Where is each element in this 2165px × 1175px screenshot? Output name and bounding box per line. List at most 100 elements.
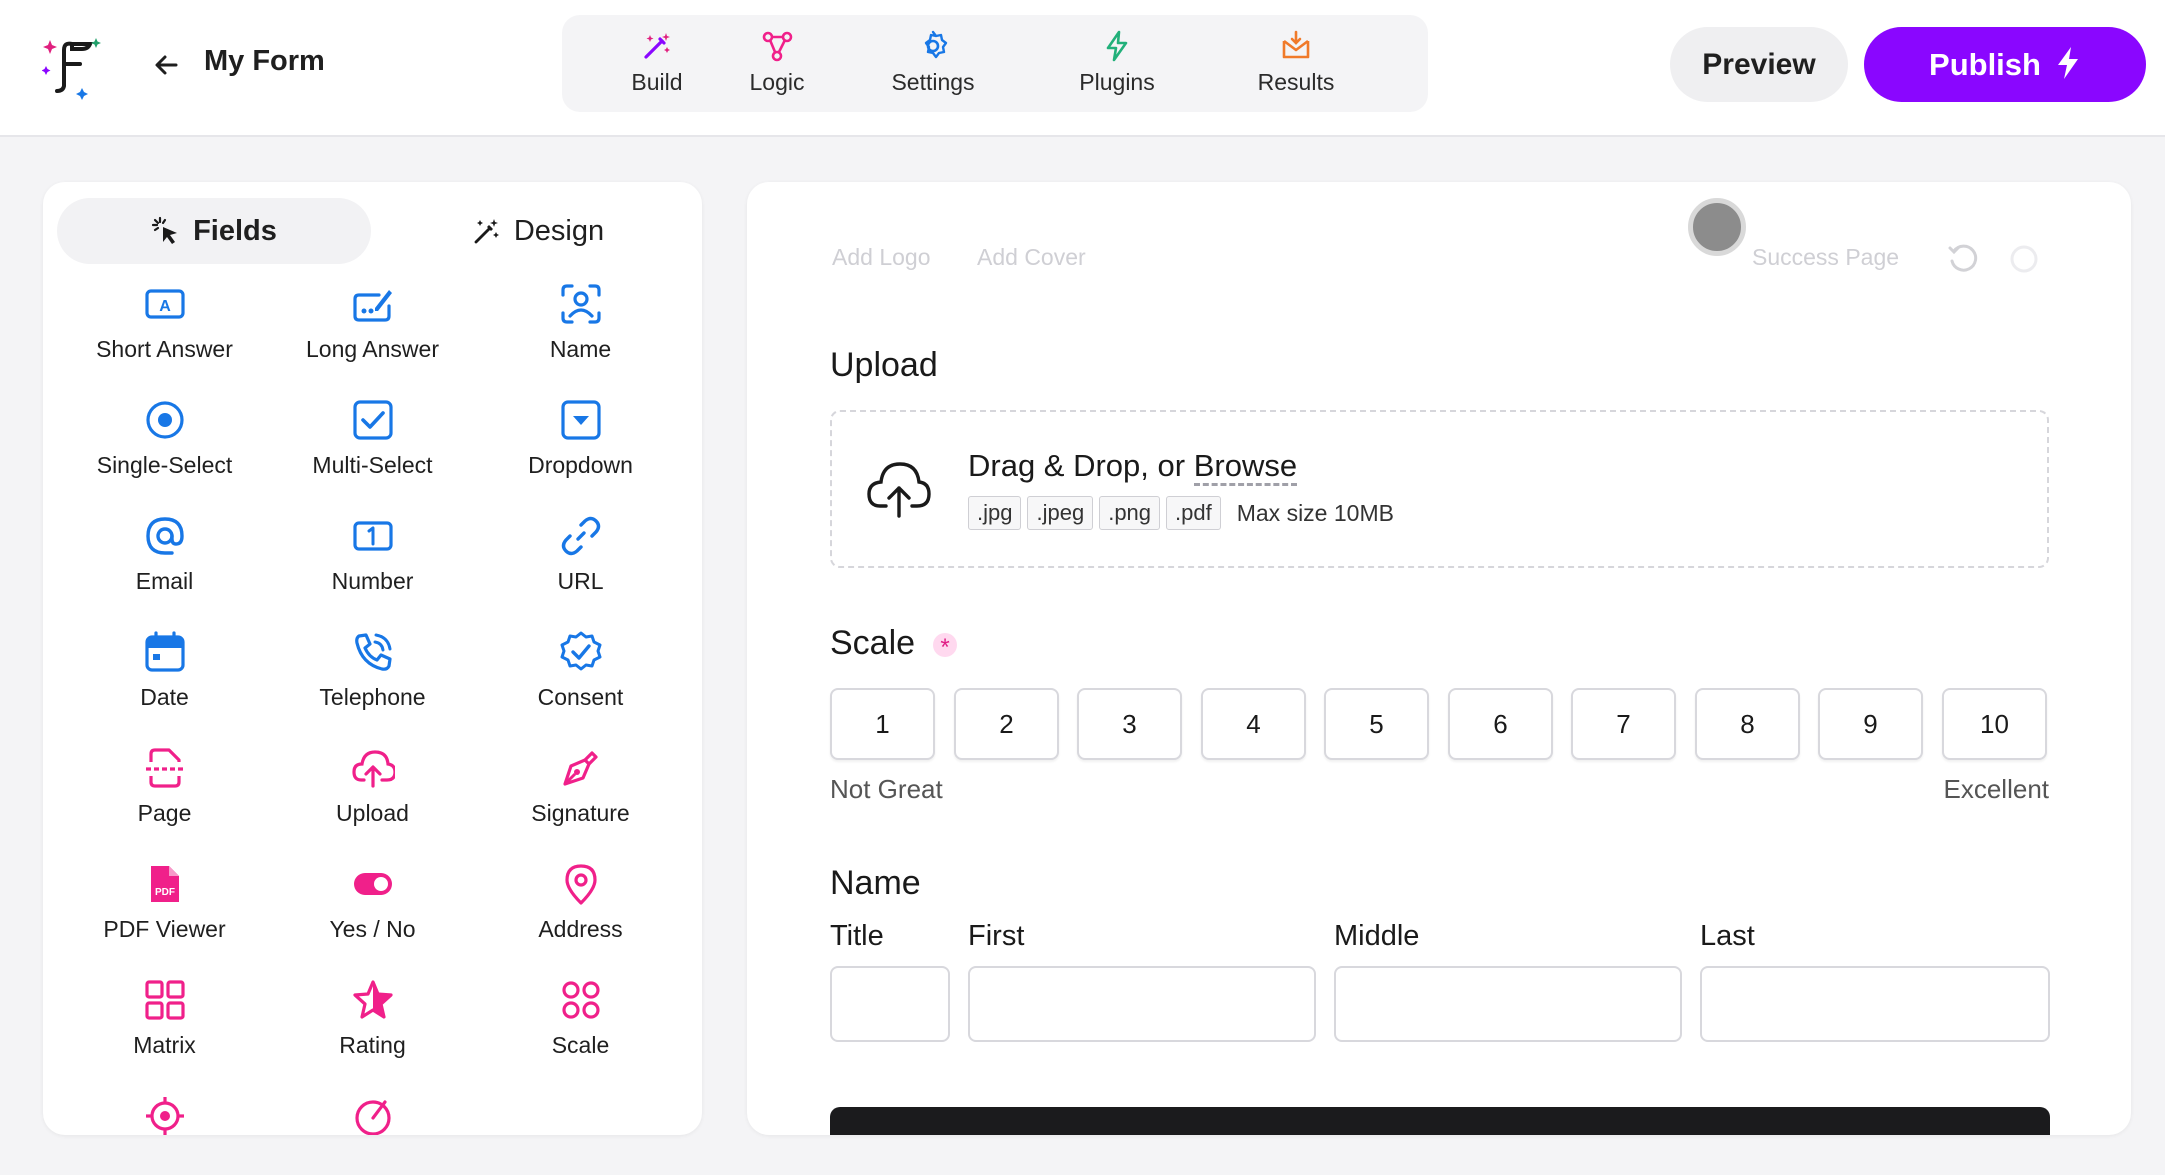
field-label: Upload (336, 800, 409, 826)
tab-results-label: Results (1257, 69, 1335, 95)
field-email[interactable]: Email (57, 514, 272, 614)
field-label: PDF Viewer (103, 916, 226, 942)
field-label: URL (557, 568, 604, 594)
field-label: Short Answer (96, 336, 233, 362)
field-signature[interactable]: Signature (473, 746, 688, 846)
app-logo[interactable] (42, 30, 108, 100)
field-matrix[interactable]: Matrix (57, 978, 272, 1078)
max-size-text: Max size 10MB (1236, 499, 1394, 526)
publish-label: Publish (1929, 46, 2041, 82)
scale-option[interactable]: 5 (1324, 688, 1429, 760)
submit-button[interactable] (830, 1107, 2050, 1135)
name-title-label: Title (830, 920, 884, 952)
browse-link[interactable]: Browse (1193, 448, 1298, 486)
extension-badge: .jpeg (1027, 496, 1094, 530)
back-arrow-icon[interactable] (150, 48, 184, 82)
tab-logic[interactable]: Logic (712, 29, 842, 99)
tab-settings[interactable]: Settings (868, 29, 998, 99)
field-label: Telephone (319, 684, 426, 710)
field-name[interactable]: Name (473, 282, 688, 382)
redo-icon[interactable] (2007, 242, 2041, 276)
field-more-2[interactable] (265, 1094, 480, 1135)
extension-badge: .jpg (968, 496, 1022, 530)
field-number[interactable]: Number (265, 514, 480, 614)
tab-settings-label: Settings (891, 69, 975, 95)
preview-button[interactable]: Preview (1670, 27, 1848, 102)
scale-option[interactable]: 9 (1818, 688, 1923, 760)
field-address[interactable]: Address (473, 862, 688, 962)
add-logo-button[interactable]: Add Logo (832, 244, 930, 271)
name-first-input[interactable] (968, 966, 1316, 1042)
tab-design-label: Design (513, 214, 605, 247)
tab-fields[interactable]: Fields (57, 198, 371, 264)
name-middle-input[interactable] (1334, 966, 1682, 1042)
field-rating[interactable]: Rating (265, 978, 480, 1078)
cursor-indicator (1688, 198, 1746, 256)
success-page-button[interactable]: Success Page (1752, 244, 1899, 271)
tab-build-label: Build (631, 69, 683, 95)
name-title-input[interactable] (830, 966, 950, 1042)
field-multi-select[interactable]: Multi-Select (265, 398, 480, 498)
scale-option[interactable]: 6 (1448, 688, 1553, 760)
upload-dropzone[interactable]: Drag & Drop, or Browse .jpg .jpeg .png .… (830, 410, 2049, 568)
extension-badge: .png (1099, 496, 1161, 530)
undo-icon[interactable] (1946, 242, 1980, 276)
gauge-icon (354, 1100, 391, 1135)
field-label: Name (549, 336, 612, 362)
field-yes-no[interactable]: Yes / No (265, 862, 480, 962)
radio-icon (145, 401, 184, 439)
scale-option[interactable]: 2 (954, 688, 1059, 760)
field-short-answer[interactable]: A Short Answer (57, 282, 272, 382)
star-icon (352, 980, 393, 1019)
field-more-1[interactable] (57, 1094, 272, 1135)
tab-design[interactable]: Design (381, 198, 695, 264)
add-cover-button[interactable]: Add Cover (977, 244, 1086, 271)
main-tabs: Build Logic Settings Plugins Results (562, 15, 1428, 112)
field-label: Single-Select (96, 452, 233, 478)
tab-build[interactable]: Build (592, 29, 722, 99)
field-single-select[interactable]: Single-Select (57, 398, 272, 498)
name-last-label: Last (1700, 920, 1755, 952)
scale-option[interactable]: 10 (1942, 688, 2047, 760)
cloud-upload-icon (351, 750, 395, 788)
svg-text:A: A (159, 298, 171, 315)
scale-option[interactable]: 1 (830, 688, 935, 760)
number-icon (352, 521, 393, 551)
field-upload[interactable]: Upload (265, 746, 480, 846)
field-date[interactable]: Date (57, 630, 272, 730)
name-first-label: First (968, 920, 1025, 952)
name-icon (560, 284, 601, 324)
field-scale[interactable]: Scale (473, 978, 688, 1078)
scale-option[interactable]: 7 (1571, 688, 1676, 760)
field-consent[interactable]: Consent (473, 630, 688, 730)
scale-question-label: Scale * (830, 624, 958, 663)
field-telephone[interactable]: Telephone (265, 630, 480, 730)
scale-option[interactable]: 8 (1695, 688, 1800, 760)
field-label: Signature (531, 800, 630, 826)
map-pin-icon (564, 864, 597, 905)
inbox-icon (1282, 30, 1310, 59)
field-label: Consent (537, 684, 624, 710)
magic-wand-icon (474, 219, 499, 244)
page-icon (145, 748, 184, 788)
scale-option[interactable]: 4 (1201, 688, 1306, 760)
name-last-input[interactable] (1700, 966, 2050, 1042)
field-long-answer[interactable]: Long Answer (265, 282, 480, 382)
publish-button[interactable]: Publish (1864, 27, 2146, 102)
tab-results[interactable]: Results (1231, 29, 1361, 99)
field-url[interactable]: URL (473, 514, 688, 614)
field-dropdown[interactable]: Dropdown (473, 398, 688, 498)
checkbox-icon (352, 400, 393, 440)
name-question-label: Name (830, 864, 921, 902)
field-pdf-viewer[interactable]: PDF PDF Viewer (57, 862, 272, 962)
calendar-icon (144, 631, 185, 672)
field-label: Number (331, 568, 414, 594)
field-page[interactable]: Page (57, 746, 272, 846)
drag-drop-text: Drag & Drop, or Browse (968, 448, 1298, 486)
field-label: Yes / No (329, 916, 416, 942)
scale-option[interactable]: 3 (1077, 688, 1182, 760)
field-label: Matrix (133, 1032, 196, 1058)
field-label: Address (538, 916, 623, 942)
field-label: Page (137, 800, 192, 826)
tab-plugins[interactable]: Plugins (1052, 29, 1182, 99)
